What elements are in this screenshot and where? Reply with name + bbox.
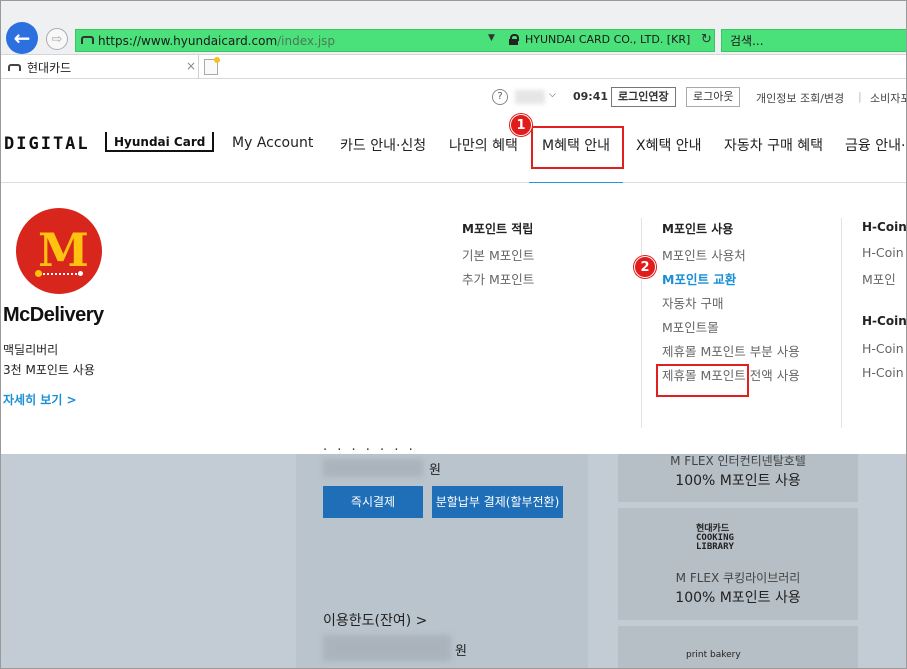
url-path: /index.jsp [277, 33, 336, 48]
extend-login-button[interactable]: 로그인연장 [611, 87, 676, 107]
address-toolbar: ← ⇨ https://www.hyundaicard.com/index.js… [1, 1, 906, 55]
menu-item-point-mall[interactable]: M포인트몰 [662, 317, 719, 336]
hcoin-heading-2: H-Coin [862, 314, 907, 328]
menu-item-car-purchase[interactable]: 자동차 구매 [662, 293, 723, 312]
promo-detail-link[interactable]: 자세히 보기 > [3, 391, 77, 408]
site-favicon-icon [81, 36, 94, 44]
card-title: 100% M포인트 사용 [675, 590, 801, 606]
mega-menu: M McDelivery 맥딜리버리 3천 M포인트 사용 자세히 보기 > M… [1, 183, 907, 454]
delivery-dots-icon [35, 269, 83, 277]
nav-my-account[interactable]: My Account [232, 135, 313, 151]
hyundai-card-logo[interactable]: Hyundai Card [105, 132, 215, 152]
menu-item-hcoin[interactable]: H-Coin [862, 341, 904, 356]
limit-link[interactable]: 이용한도(잔여) > [323, 610, 427, 630]
benefit-card[interactable]: print bakery [618, 626, 858, 668]
nav-my-benefits[interactable]: 나만의 혜택 [449, 135, 518, 155]
currency-label: 원 [455, 644, 467, 659]
benefit-card[interactable]: M FLEX 인터컨티넨탈호텔 100% M포인트 사용 [618, 454, 858, 502]
arrow-left-icon: ← [13, 26, 31, 50]
menu-item-extra-point[interactable]: 추가 M포인트 [462, 269, 534, 288]
site-header: ? ⌵ 09:41 로그인연장 로그아웃 개인정보 조회/변경 | 소비자포 D… [1, 79, 907, 454]
tab-hyundaicard[interactable]: 현대카드 × [1, 55, 199, 79]
promo-text: 3천 M포인트 사용 [3, 363, 95, 377]
reload-icon[interactable]: ↻ [701, 32, 712, 47]
digital-logo[interactable]: DIGITAL [4, 134, 90, 154]
menu-item-hcoin[interactable]: H-Coin [862, 365, 904, 380]
nav-card-guide[interactable]: 카드 안내·신청 [340, 135, 426, 155]
forward-button[interactable]: ⇨ [46, 28, 68, 50]
promo-text: 맥딜리버리 [3, 343, 59, 357]
annotation-box-1 [531, 126, 624, 169]
lock-icon[interactable] [509, 34, 519, 45]
logout-button[interactable]: 로그아웃 [686, 87, 741, 107]
arrow-right-icon: ⇨ [51, 31, 63, 47]
consumer-link[interactable]: 소비자포 [870, 90, 906, 106]
url-host: https://www.hyundaicard.com [98, 33, 278, 48]
dropdown-icon[interactable]: ▼ [488, 33, 495, 43]
tab-title: 현대카드 [27, 60, 72, 75]
back-button[interactable]: ← [6, 22, 38, 54]
tab-strip: 현대카드 × [1, 55, 906, 79]
new-tab-button[interactable] [204, 57, 220, 75]
nav-car-benefits[interactable]: 자동차 구매 혜택 [724, 135, 823, 155]
global-nav: DIGITAL Hyundai Card My Account 카드 안내·신청… [1, 121, 906, 184]
tab-favicon-icon [8, 64, 21, 71]
column-divider [641, 218, 642, 428]
browser-window: ← ⇨ https://www.hyundaicard.com/index.js… [0, 0, 907, 669]
annotation-badge-1: 1 [510, 114, 532, 136]
golden-arches-icon: M [38, 223, 89, 277]
dimmed-page: · · · · · · · 원 즉시결제 분할납부 결제(할부전환) 이용한도(… [1, 443, 906, 668]
menu-item-partial-use[interactable]: 제휴몰 M포인트 부분 사용 [662, 341, 800, 360]
use-heading: M포인트 사용 [662, 222, 734, 236]
url-bar[interactable]: https://www.hyundaicard.com/index.jsp ▼ … [75, 29, 715, 52]
currency-label: 원 [429, 463, 441, 478]
print-bakery-logo: print bakery [686, 650, 741, 660]
search-input[interactable]: 검색... [721, 29, 906, 52]
section-title-partial: · · · · · · · [323, 443, 416, 458]
benefit-card[interactable]: 현대카드 COOKING LIBRARY M FLEX 쿠킹라이브러리 100%… [618, 508, 858, 620]
chevron-down-icon[interactable]: ⌵ [549, 90, 556, 100]
menu-item-hcoin-mpoint[interactable]: M포인 [862, 269, 896, 288]
session-timer: 09:41 [573, 90, 609, 103]
mcdonalds-logo[interactable]: M [16, 208, 102, 294]
card-title: 100% M포인트 사용 [675, 473, 801, 489]
hcoin-heading: H-Coin [862, 220, 907, 234]
user-name-blurred [515, 90, 545, 104]
menu-item-point-exchange[interactable]: M포인트 교환 [662, 269, 736, 288]
privacy-link[interactable]: 개인정보 조회/변경 [756, 90, 844, 106]
limit-blurred [323, 635, 451, 661]
annotation-badge-2: 2 [634, 256, 656, 278]
menu-item-point-usage[interactable]: M포인트 사용처 [662, 245, 746, 264]
certificate-label[interactable]: HYUNDAI CARD CO., LTD. [KR] [525, 33, 690, 46]
card-subtitle: M FLEX 인터컨티넨탈호텔 [670, 454, 806, 468]
help-icon[interactable]: ? [492, 89, 508, 105]
nav-finance[interactable]: 금융 안내· [845, 135, 905, 155]
nav-x-benefits[interactable]: X혜택 안내 [636, 135, 702, 155]
column-divider [841, 218, 842, 428]
divider: | [858, 90, 862, 103]
amount-blurred [323, 459, 423, 477]
instant-pay-button[interactable]: 즉시결제 [323, 486, 423, 518]
card-subtitle: M FLEX 쿠킹라이브러리 [675, 571, 801, 585]
close-tab-icon[interactable]: × [186, 59, 196, 73]
cooking-library-logo: 현대카드 COOKING LIBRARY [696, 524, 734, 552]
utility-bar: ? ⌵ 09:41 로그인연장 로그아웃 개인정보 조회/변경 | 소비자포 [1, 87, 906, 109]
earn-heading: M포인트 적립 [462, 222, 534, 236]
promo-title: McDelivery [3, 304, 104, 326]
annotation-box-2 [656, 364, 749, 397]
installment-pay-button[interactable]: 분할납부 결제(할부전환) [432, 486, 563, 518]
menu-item-hcoin[interactable]: H-Coin [862, 245, 904, 260]
menu-item-basic-point[interactable]: 기본 M포인트 [462, 245, 534, 264]
